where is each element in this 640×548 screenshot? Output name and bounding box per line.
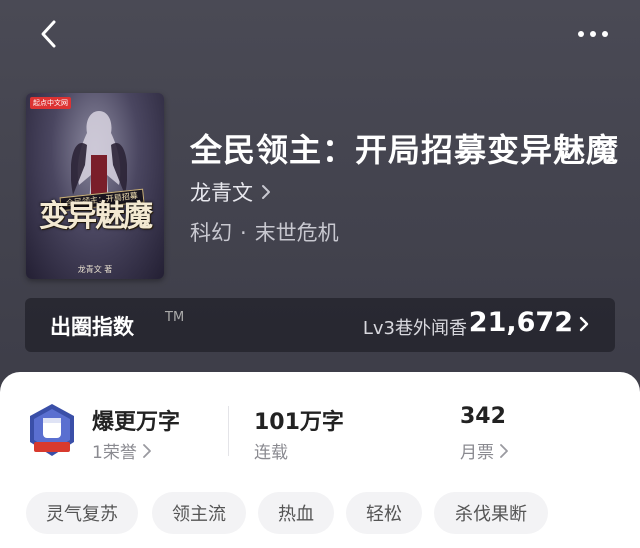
cover-author-line: 龙青文 著 [77,265,113,274]
monthly-ticket-link[interactable]: 月票 [460,438,508,463]
index-value: 21,672 [468,307,573,338]
tag-chip[interactable]: 轻松 [346,492,422,534]
index-label: 出圈指数 [50,315,134,339]
tag-chip[interactable]: 灵气复苏 [26,492,138,534]
chevron-right-icon [579,316,589,332]
author-name: 龙青文 [190,181,253,205]
subgenre: 末世危机 [254,221,339,245]
more-dots-icon [578,31,608,37]
top-bar [0,0,640,70]
author-link[interactable]: 龙青文 [190,177,271,207]
tag-chip[interactable]: 热血 [258,492,334,534]
chevron-right-icon [142,443,151,458]
trademark-mark: TM [165,310,185,325]
book-cover[interactable]: 起点中文网 全民领主：开局招募 变异魅魔 龙青文 著 [26,93,164,279]
stat-divider [228,406,229,456]
cover-title-art: 变异魅魔 [39,199,153,234]
monthly-ticket-label: 月票 [460,443,494,463]
genre-line: 科幻 · 末世危机 [190,217,339,247]
chevron-right-icon [262,185,270,199]
more-button[interactable] [576,22,610,46]
popularity-index-card[interactable]: 出圈指数 TM Lv3巷外闻香 21,672 [25,298,615,352]
honor-count: 1荣誉 [92,443,137,463]
chevron-left-icon [41,20,56,48]
chevron-right-icon [500,443,508,458]
word-count: 101万字 [254,410,344,435]
detail-sheet: 爆更万字 1荣誉 101万字 连载 342 月票 灵气复苏 领主流 热血 轻松 … [0,372,640,548]
book-title: 全民领主：开局招募变异魅魔 [190,131,620,169]
genre: 科幻 [190,221,232,245]
monthly-ticket-count: 342 [460,404,506,429]
genre-separator: · [240,221,247,245]
serial-status: 连载 [254,443,288,463]
tag-chip[interactable]: 领主流 [152,492,246,534]
honor-title: 爆更万字 [92,410,181,435]
tag-chip[interactable]: 杀伐果断 [434,492,548,534]
honor-link[interactable]: 1荣誉 [92,438,151,463]
publisher-badge: 起点中文网 [30,97,71,109]
back-button[interactable] [36,18,64,50]
fist-honor-badge-icon[interactable] [26,402,78,460]
index-level: Lv3巷外闻香 [362,318,467,339]
